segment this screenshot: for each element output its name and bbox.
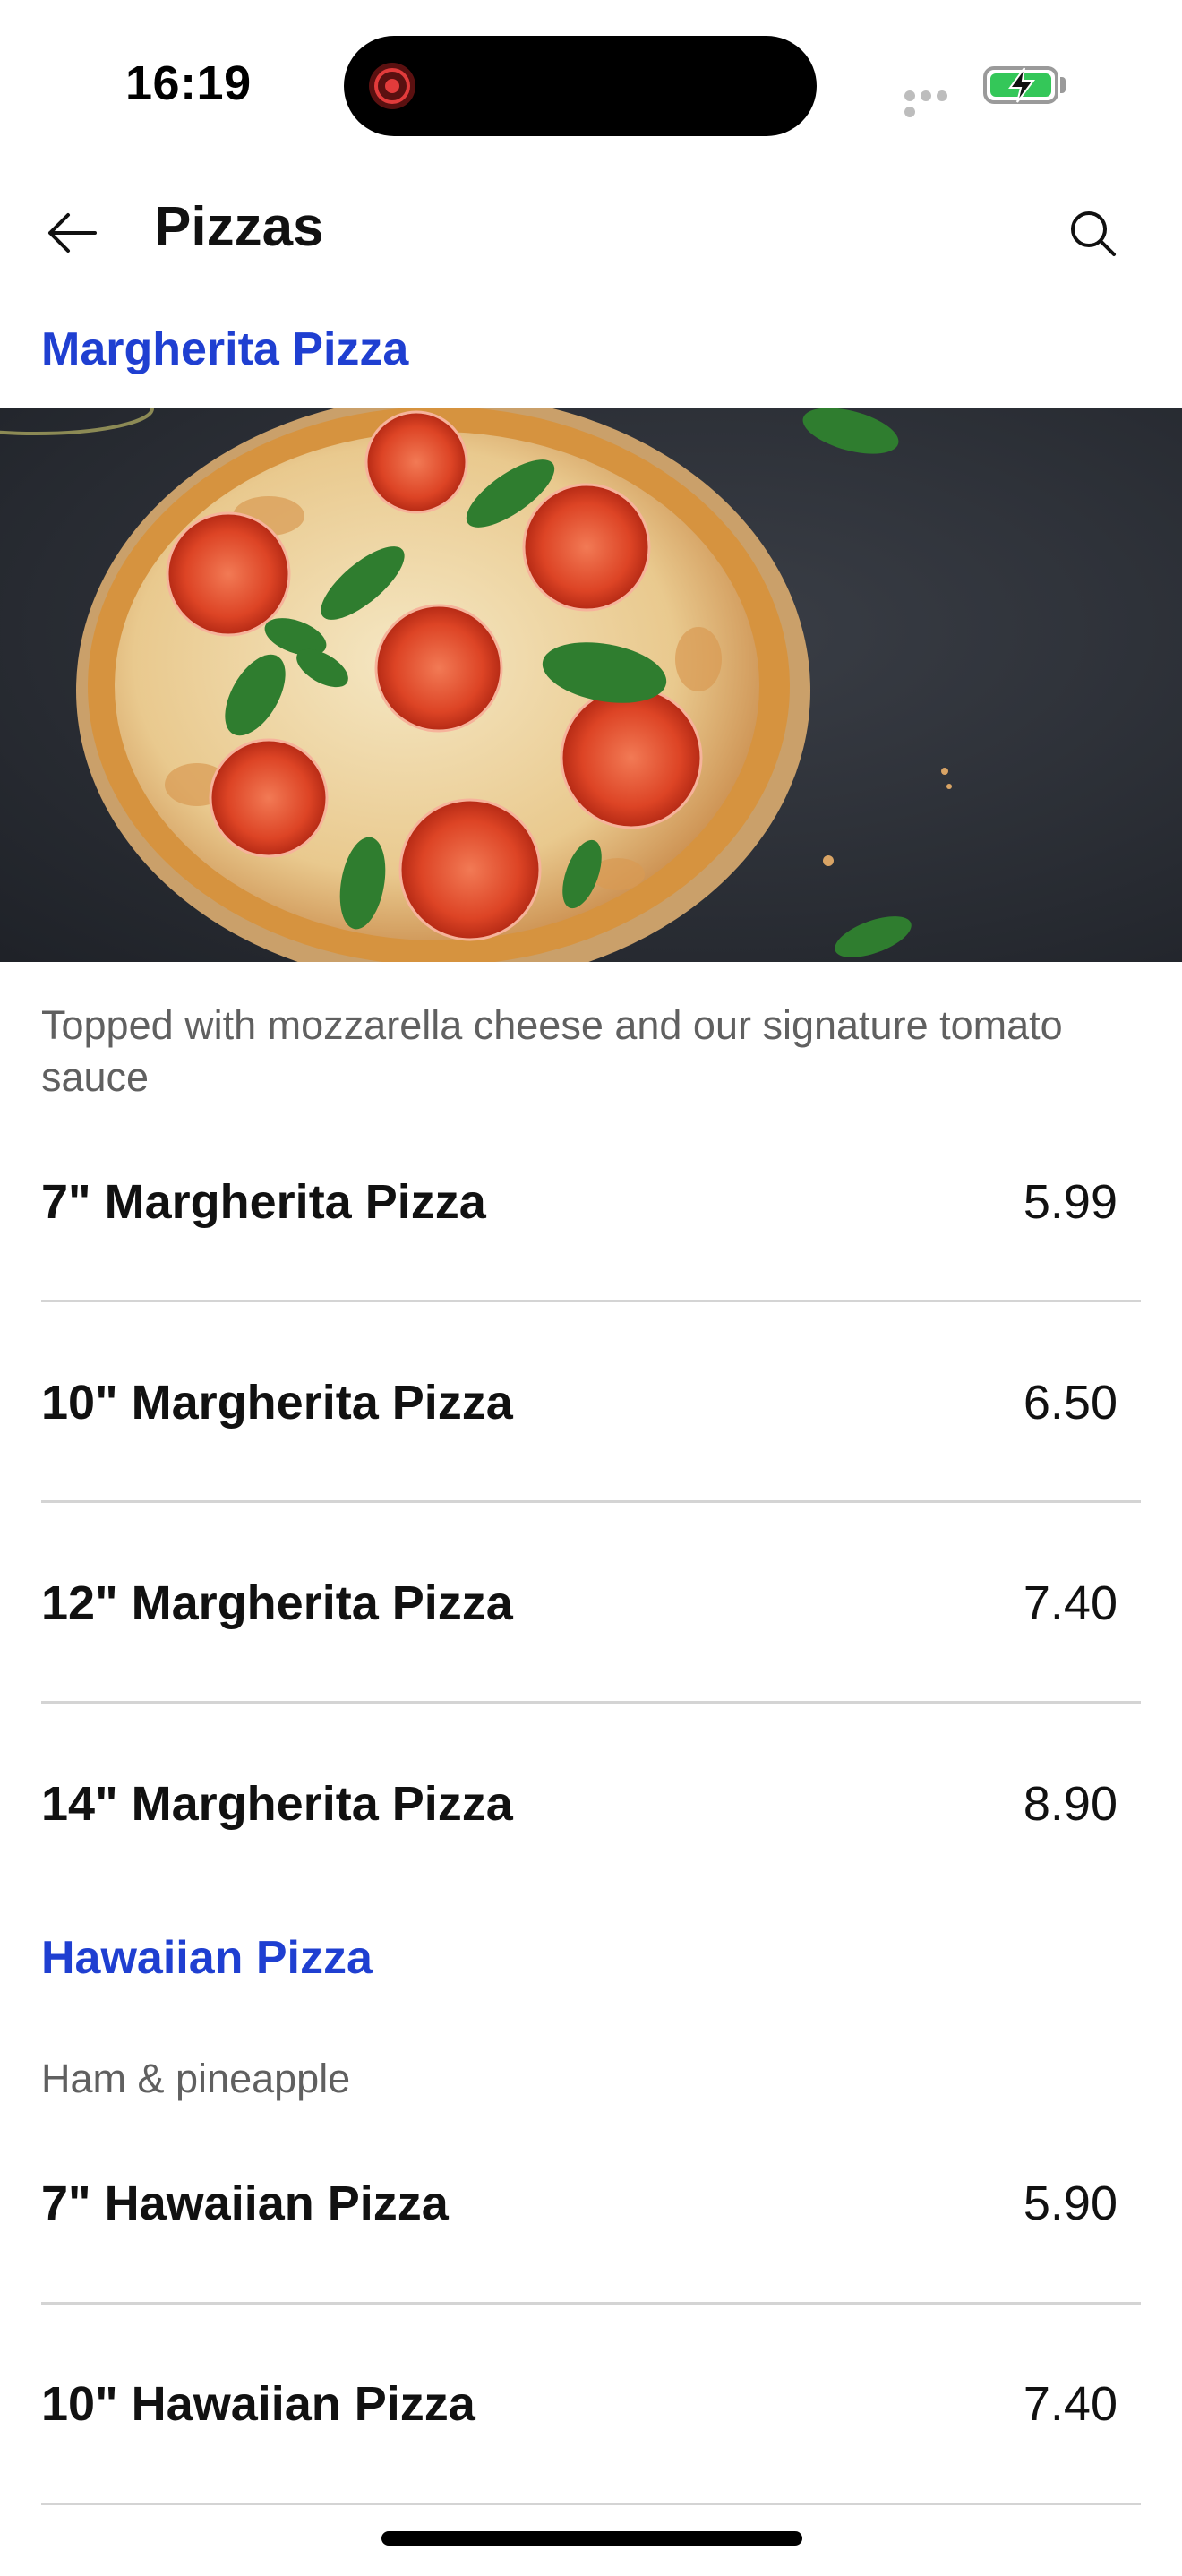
status-time: 16:19: [125, 56, 252, 110]
back-button[interactable]: [36, 197, 107, 269]
cellular-signal-icon: [904, 90, 967, 117]
section-title-margherita: Margherita Pizza: [41, 323, 409, 375]
menu-item[interactable]: 12" Margherita Pizza 7.40: [41, 1575, 1141, 1775]
search-icon: [1071, 211, 1116, 256]
menu-item-name: 7" Hawaiian Pizza: [41, 2177, 449, 2230]
menu-item-name: 12" Margherita Pizza: [41, 1576, 513, 1630]
menu-item-name: 10" Margherita Pizza: [41, 1376, 513, 1430]
home-indicator[interactable]: [381, 2531, 802, 2546]
app-header: Pizzas: [0, 161, 1182, 296]
menu-item[interactable]: 10" Hawaiian Pizza 7.40: [41, 2375, 1141, 2576]
status-bar: 16:19: [0, 0, 1182, 161]
page-title: Pizzas: [154, 196, 324, 258]
menu-item-price: 6.50: [1023, 1376, 1118, 1430]
section-title-hawaiian: Hawaiian Pizza: [41, 1932, 373, 1984]
menu-item-name: 14" Margherita Pizza: [41, 1777, 513, 1831]
divider: [41, 1701, 1141, 1704]
section-description-hawaiian: Ham & pineapple: [41, 2056, 351, 2101]
menu-item-price: 7.40: [1023, 2377, 1118, 2431]
search-button[interactable]: [1057, 197, 1128, 269]
charging-bolt-icon: [1008, 67, 1035, 103]
menu-item-name: 10" Hawaiian Pizza: [41, 2377, 475, 2431]
divider: [41, 2302, 1141, 2305]
menu-item-name: 7" Margherita Pizza: [41, 1175, 486, 1229]
arrow-left-icon: [48, 213, 97, 253]
screen-recording-icon: [369, 63, 415, 109]
divider: [41, 1300, 1141, 1302]
menu-item-price: 8.90: [1023, 1777, 1118, 1831]
menu-item[interactable]: 7" Margherita Pizza 5.99: [41, 1173, 1141, 1374]
menu-item[interactable]: 10" Margherita Pizza 6.50: [41, 1374, 1141, 1575]
menu-item[interactable]: 7" Hawaiian Pizza 5.90: [41, 2175, 1141, 2375]
divider: [41, 2503, 1141, 2505]
section-description-margherita: Topped with mozzarella cheese and our si…: [41, 1002, 1063, 1100]
margherita-pizza-image: [0, 408, 1182, 962]
menu-item-price: 7.40: [1023, 1576, 1118, 1630]
divider: [41, 1500, 1141, 1503]
dynamic-island: [344, 36, 817, 136]
menu-item-price: 5.99: [1023, 1175, 1118, 1229]
battery-tip: [1060, 77, 1066, 93]
menu-item-price: 5.90: [1023, 2177, 1118, 2230]
